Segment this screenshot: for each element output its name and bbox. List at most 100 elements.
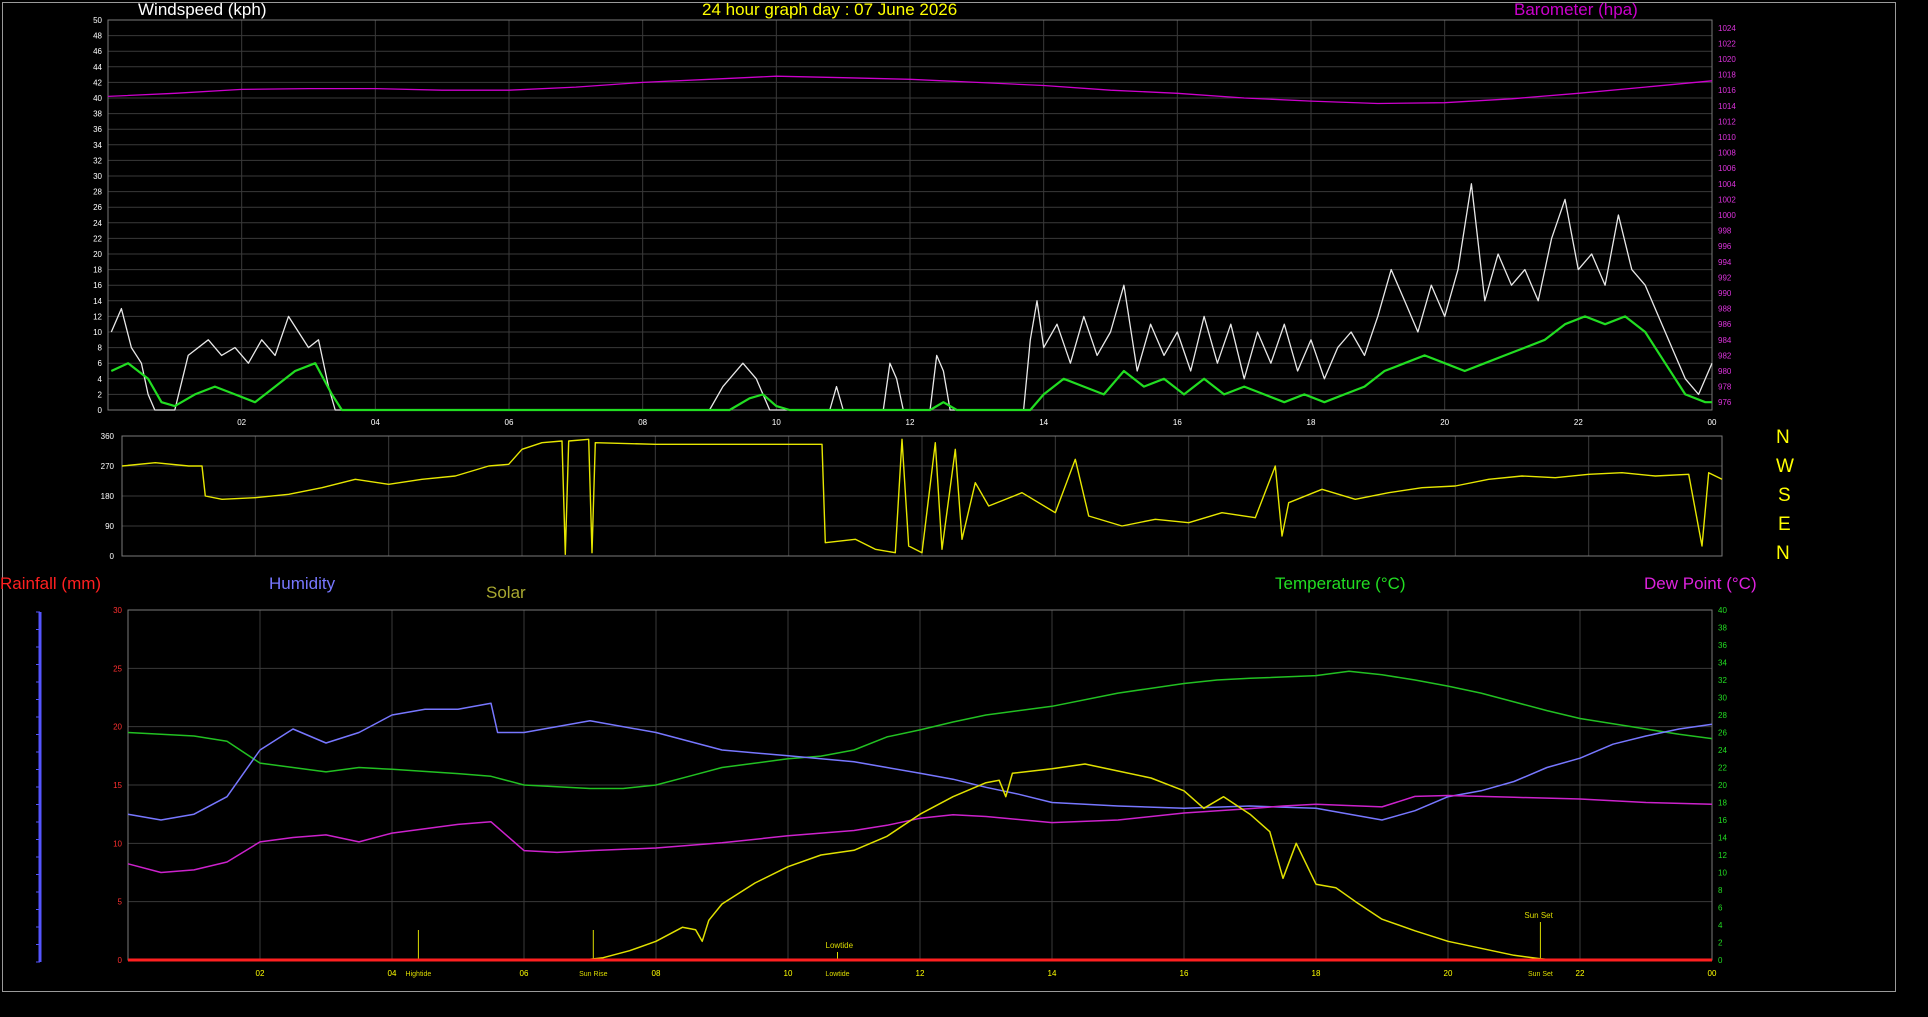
- windspeed-tick-label: 20: [93, 250, 102, 259]
- barometer-tick-label: 1008: [1718, 149, 1736, 158]
- barometer-tick-label: 1006: [1718, 164, 1736, 173]
- time-tick-label: 16: [1180, 969, 1189, 978]
- time-tick-label: 12: [916, 969, 925, 978]
- compass-label-e: E: [1778, 514, 1791, 535]
- direction-tick-label: 0: [110, 552, 115, 561]
- annotation-axis-label: Sun Set: [1528, 971, 1553, 978]
- barometer-tick-label: 1004: [1718, 180, 1736, 189]
- windspeed-tick-label: 4: [98, 375, 103, 384]
- barometer-tick-label: 996: [1718, 242, 1732, 251]
- temperature-tick-label: 40: [1718, 606, 1727, 615]
- time-tick-label: 02: [256, 969, 265, 978]
- barometer-tick-label: 986: [1718, 320, 1732, 329]
- temperature-tick-label: 18: [1718, 799, 1727, 808]
- barometer-tick-label: 1020: [1718, 55, 1736, 64]
- time-tick-label: 20: [1440, 418, 1449, 427]
- windspeed-tick-label: 16: [93, 281, 102, 290]
- left-axis-tick-label: 25: [113, 664, 122, 673]
- windspeed-tick-label: 36: [93, 125, 102, 134]
- temperature-tick-label: 38: [1718, 624, 1727, 633]
- humidity-axis-title: Humidity: [269, 574, 336, 593]
- left-axis-tick-label: 0: [118, 956, 123, 965]
- rainfall-axis-title: Rainfall (mm): [0, 574, 102, 593]
- time-tick-label: 10: [784, 969, 793, 978]
- time-tick-label: 16: [1173, 418, 1182, 427]
- windspeed-tick-label: 32: [93, 156, 102, 165]
- barometer-tick-label: 1012: [1718, 117, 1736, 126]
- barometer-tick-label: 1000: [1718, 211, 1736, 220]
- barometer-tick-label: 1002: [1718, 195, 1736, 204]
- temperature-axis-title: Temperature (°C): [1275, 574, 1406, 593]
- windspeed-tick-label: 2: [98, 390, 103, 399]
- time-tick-label: 14: [1048, 969, 1057, 978]
- temperature-tick-label: 8: [1718, 886, 1723, 895]
- windspeed-tick-label: 44: [93, 63, 102, 72]
- temperature-tick-label: 32: [1718, 676, 1727, 685]
- compass-label-s: S: [1778, 485, 1791, 506]
- compass-label-n-top: N: [1776, 427, 1790, 448]
- temperature-tick-label: 2: [1718, 939, 1723, 948]
- windspeed-tick-label: 26: [93, 203, 102, 212]
- windspeed-axis-title: Windspeed (kph): [138, 0, 267, 19]
- annotation-axis-label: Lowtide: [825, 971, 849, 978]
- time-tick-label: 18: [1307, 418, 1316, 427]
- wind-direction-panel: 0 90 180 270 360: [101, 432, 1723, 561]
- temperature-tick-label: 20: [1718, 781, 1727, 790]
- temperature-tick-label: 14: [1718, 834, 1727, 843]
- barometer-tick-label: 1018: [1718, 71, 1736, 80]
- windspeed-tick-label: 8: [98, 344, 103, 353]
- windspeed-tick-label: 10: [93, 328, 102, 337]
- direction-tick-label: 360: [101, 432, 115, 441]
- windspeed-tick-label: 18: [93, 266, 102, 275]
- time-tick-label: 08: [638, 418, 647, 427]
- windspeed-tick-label: 38: [93, 110, 102, 119]
- left-axis-tick-label: 10: [113, 839, 122, 848]
- windspeed-tick-label: 14: [93, 297, 102, 306]
- windspeed-tick-label: 30: [93, 172, 102, 181]
- barometer-tick-label: 1024: [1718, 24, 1736, 33]
- annotation-label: Sun Set: [1524, 911, 1553, 920]
- left-axis-tick-label: 30: [113, 606, 122, 615]
- time-tick-label: 04: [388, 969, 397, 978]
- barometer-tick-label: 978: [1718, 383, 1732, 392]
- series-gust-line: [110, 183, 1713, 411]
- temperature-humidity-panel: 0510152025300246810121416182022242628303…: [36, 606, 1727, 978]
- barometer-tick-label: 1010: [1718, 133, 1736, 142]
- time-tick-label: 18: [1312, 969, 1321, 978]
- windspeed-tick-label: 22: [93, 234, 102, 243]
- left-axis-tick-label: 20: [113, 723, 122, 732]
- barometer-tick-label: 1022: [1718, 39, 1736, 48]
- barometer-tick-label: 1016: [1718, 86, 1736, 95]
- windspeed-tick-label: 50: [93, 16, 102, 25]
- time-tick-label: 20: [1444, 969, 1453, 978]
- direction-tick-label: 270: [101, 462, 115, 471]
- weather-graph-canvas: 0246810121416182022242628303234363840424…: [36, 16, 1736, 978]
- time-tick-label: 02: [237, 418, 246, 427]
- dewpoint-axis-title: Dew Point (°C): [1644, 574, 1757, 593]
- barometer-tick-label: 998: [1718, 227, 1732, 236]
- left-axis-tick-label: 5: [118, 898, 123, 907]
- compass-label-n-bottom: N: [1776, 543, 1790, 564]
- time-tick-label: 22: [1576, 969, 1585, 978]
- time-tick-label: 08: [652, 969, 661, 978]
- temperature-tick-label: 10: [1718, 869, 1727, 878]
- annotation-axis-label: Sun Rise: [579, 971, 608, 978]
- barometer-tick-label: 982: [1718, 351, 1732, 360]
- windspeed-barometer-panel: 0246810121416182022242628303234363840424…: [93, 16, 1736, 427]
- windspeed-tick-label: 12: [93, 312, 102, 321]
- windspeed-tick-label: 0: [98, 406, 103, 415]
- time-tick-label: 00: [1708, 969, 1717, 978]
- time-tick-label: 14: [1039, 418, 1048, 427]
- temperature-tick-label: 0: [1718, 956, 1723, 965]
- annotation-axis-label: Hightide: [406, 971, 432, 978]
- temperature-tick-label: 36: [1718, 641, 1727, 650]
- chart-title: 24 hour graph day : 07 June 2026: [702, 0, 958, 19]
- temperature-tick-label: 22: [1718, 764, 1727, 773]
- compass-label-w: W: [1776, 456, 1794, 477]
- time-tick-label: 06: [520, 969, 529, 978]
- temperature-tick-label: 26: [1718, 729, 1727, 738]
- barometer-tick-label: 980: [1718, 367, 1732, 376]
- barometer-tick-label: 992: [1718, 273, 1732, 282]
- left-axis-tick-label: 15: [113, 781, 122, 790]
- windspeed-tick-label: 24: [93, 219, 102, 228]
